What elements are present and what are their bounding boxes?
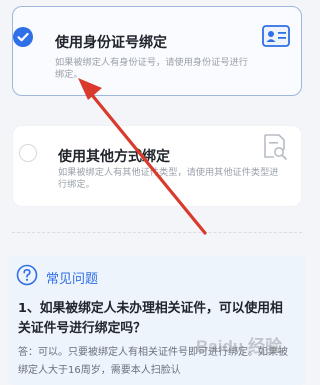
section-divider	[12, 232, 302, 233]
checked-radio-icon[interactable]	[13, 27, 33, 47]
faq-title: 常见问题	[46, 271, 99, 287]
baidu-watermark: Baidu 经验	[196, 337, 282, 356]
unchecked-radio-icon[interactable]	[19, 144, 37, 162]
faq-header: 常见问题	[16, 264, 98, 290]
option-desc-other: 如果被绑定人有其他证件类型，请使用其他证件类型进行绑定。	[58, 167, 279, 190]
option-card-other[interactable]	[12, 125, 302, 207]
option-title-id-number: 使用身份证号绑定	[55, 35, 167, 51]
option-desc-id-number: 如果被绑定人有身份证号，请使用身份证号进行绑定。	[55, 57, 248, 80]
question-circle-icon	[16, 264, 38, 290]
id-card-icon	[262, 25, 290, 51]
option-title-other: 使用其他方式绑定	[58, 149, 170, 165]
document-search-icon	[262, 133, 288, 165]
